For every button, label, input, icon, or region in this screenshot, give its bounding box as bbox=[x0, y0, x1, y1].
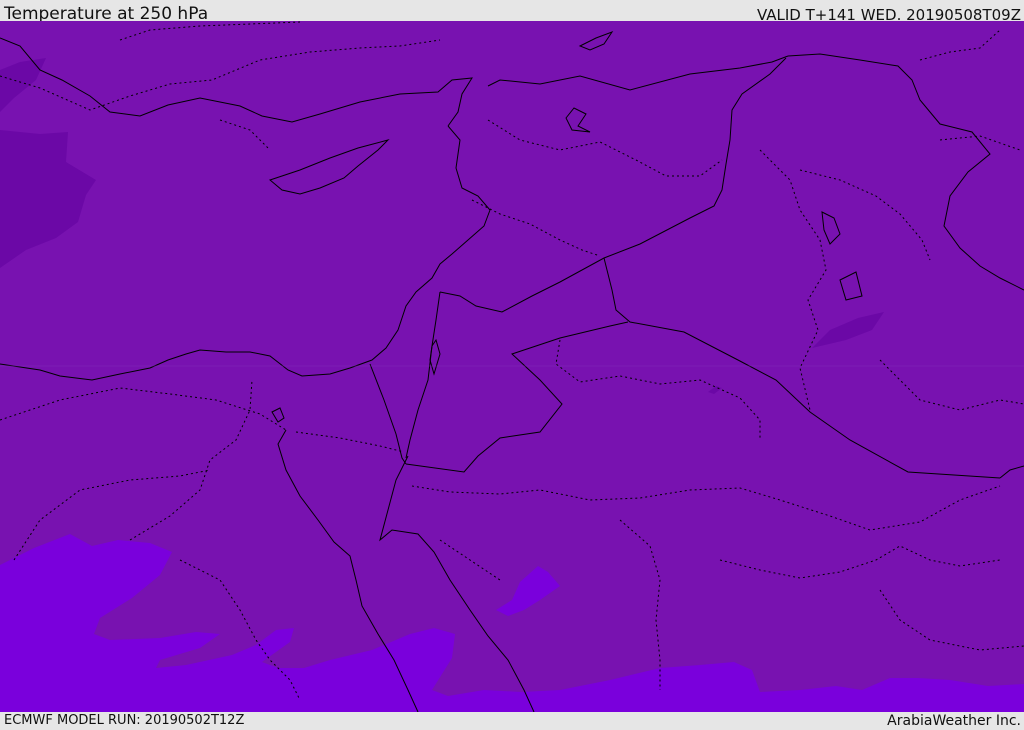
credit-label: ArabiaWeather Inc. bbox=[887, 713, 1021, 729]
temperature-map[interactable] bbox=[0, 21, 1024, 712]
header-bar: Temperature at 250 hPa VALID T+141 WED. … bbox=[0, 0, 1024, 24]
model-run-label: ECMWF MODEL RUN: 20190502T12Z bbox=[4, 713, 245, 728]
footer-bar: ECMWF MODEL RUN: 20190502T12Z ArabiaWeat… bbox=[0, 712, 1024, 729]
